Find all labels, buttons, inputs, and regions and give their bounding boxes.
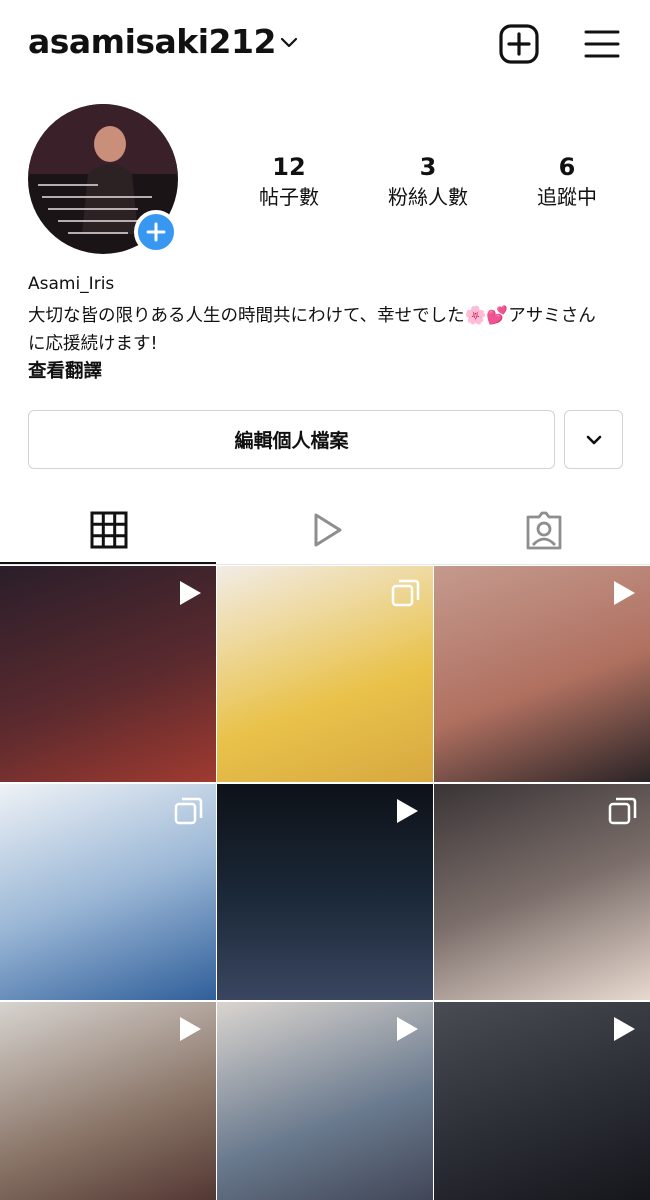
posts-count-value: 12	[272, 153, 306, 181]
display-name: Asami_Iris	[28, 274, 115, 294]
post-thumbnail[interactable]	[217, 784, 433, 1000]
following-count-label: 追蹤中	[537, 185, 597, 209]
tab-reels[interactable]	[217, 498, 433, 564]
following-count-value: 6	[558, 153, 576, 181]
username-title[interactable]: asamisaki212	[28, 22, 276, 61]
carousel-icon	[391, 579, 420, 607]
play-icon	[614, 1017, 635, 1041]
hamburger-menu-icon[interactable]	[584, 28, 620, 60]
plus-icon	[146, 222, 166, 242]
post-thumbnail[interactable]	[434, 1002, 650, 1200]
post-thumbnail[interactable]	[217, 566, 433, 782]
tab-tagged[interactable]	[434, 498, 650, 564]
carousel-icon	[174, 797, 203, 825]
carousel-icon	[608, 797, 637, 825]
tab-posts-grid[interactable]	[0, 498, 216, 564]
chevron-down-icon	[586, 435, 602, 445]
tagged-person-icon	[526, 511, 562, 550]
play-icon	[397, 1017, 418, 1041]
post-thumbnail[interactable]	[434, 784, 650, 1000]
profile-header: asamisaki212	[0, 0, 650, 90]
tab-divider	[0, 564, 650, 565]
see-translation-link[interactable]: 查看翻譯	[28, 357, 102, 383]
play-outline-icon	[314, 513, 342, 547]
following-count[interactable]: 6 追蹤中	[507, 152, 627, 212]
post-thumbnail[interactable]	[0, 1002, 216, 1200]
bio-text: 大切な皆の限りある人生の時間共にわけて、幸せでした🌸💕アサミさん に応援続けます…	[28, 302, 628, 358]
play-icon	[614, 581, 635, 605]
posts-count[interactable]: 12 帖子數	[229, 152, 349, 212]
followers-count-value: 3	[419, 153, 437, 181]
suggested-accounts-button[interactable]	[564, 410, 623, 469]
play-icon	[397, 799, 418, 823]
post-thumbnail[interactable]	[434, 566, 650, 782]
bio-line: 大切な皆の限りある人生の時間共にわけて、幸せでした🌸💕アサミさん	[28, 306, 596, 326]
edit-profile-button[interactable]: 編輯個人檔案	[28, 410, 555, 469]
posts-count-label: 帖子數	[259, 185, 319, 209]
profile-tabs	[0, 498, 650, 564]
followers-count[interactable]: 3 粉絲人數	[368, 152, 488, 212]
followers-count-label: 粉絲人數	[388, 185, 468, 209]
bio-line: に応援続けます!	[28, 334, 158, 354]
post-thumbnail[interactable]	[0, 566, 216, 782]
plus-square-icon[interactable]	[498, 23, 540, 65]
post-thumbnail[interactable]	[0, 784, 216, 1000]
grid-icon	[90, 511, 128, 549]
post-thumbnail[interactable]	[217, 1002, 433, 1200]
chevron-down-icon[interactable]	[279, 35, 299, 51]
play-icon	[180, 1017, 201, 1041]
play-icon	[180, 581, 201, 605]
add-story-button[interactable]	[134, 210, 178, 254]
